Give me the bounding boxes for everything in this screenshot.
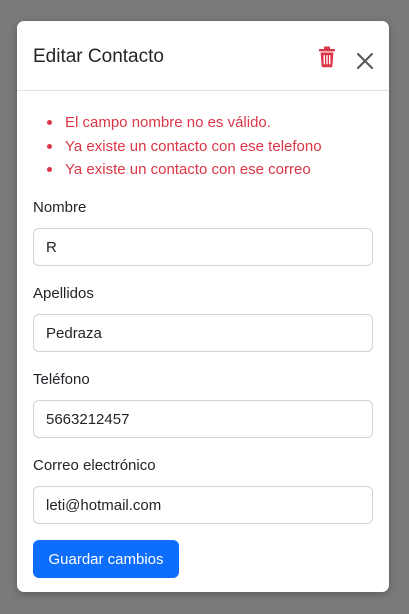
apellidos-input[interactable] (33, 314, 373, 352)
close-button[interactable] (354, 50, 376, 72)
telefono-label: Teléfono (33, 371, 90, 388)
telefono-input[interactable] (33, 400, 373, 438)
correo-label: Correo electrónico (33, 457, 156, 474)
modal-title: Editar Contacto (33, 46, 164, 67)
edit-contact-modal: Editar Contacto El campo nombre no es vá… (17, 21, 389, 592)
error-message: Ya existe un contacto con ese telefono (47, 135, 322, 159)
modal-header: Editar Contacto (17, 21, 389, 91)
nombre-input[interactable] (33, 228, 373, 266)
close-icon (357, 53, 373, 69)
error-message: El campo nombre no es válido. (47, 111, 322, 135)
error-message: Ya existe un contacto con ese correo (47, 158, 322, 182)
correo-input[interactable] (33, 486, 373, 524)
save-changes-button[interactable]: Guardar cambios (33, 540, 179, 578)
apellidos-label: Apellidos (33, 285, 94, 302)
validation-error-list: El campo nombre no es válido. Ya existe … (47, 111, 322, 182)
delete-contact-button[interactable] (318, 46, 336, 68)
trash-icon (319, 46, 335, 68)
nombre-label: Nombre (33, 199, 87, 216)
